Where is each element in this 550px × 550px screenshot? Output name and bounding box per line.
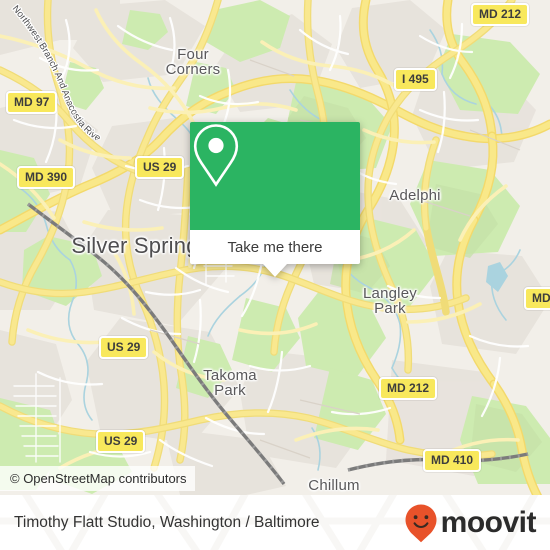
location-callout-card[interactable]: Take me there [190, 122, 360, 277]
moovit-map-screenshot: .park{fill:#CDEBB0} .wood{fill:#C6E2A8} … [0, 0, 550, 550]
callout-header [190, 122, 360, 230]
shield-md-97: MD 97 [6, 91, 58, 114]
shield-md-212-south: MD 212 [379, 377, 438, 400]
shield-md-193-edge: MD 1 [524, 287, 550, 310]
callout-footer[interactable]: Take me there [190, 230, 360, 264]
take-me-there-label: Take me there [227, 238, 323, 256]
footer-bar: Timothy Flatt Studio, Washington / Balti… [0, 495, 550, 550]
moovit-smiley-pin-icon [405, 504, 437, 542]
shield-us-29-north: US 29 [135, 156, 185, 179]
shield-md-212-north: MD 212 [471, 3, 530, 26]
shield-us-29-south: US 29 [96, 430, 146, 453]
moovit-wordmark: moovit [440, 505, 537, 539]
callout-tail-pointer [263, 264, 287, 277]
map-canvas[interactable]: .park{fill:#CDEBB0} .wood{fill:#C6E2A8} … [0, 0, 550, 495]
moovit-brand[interactable]: moovit [404, 503, 550, 543]
shield-md-410: MD 410 [423, 449, 482, 472]
osm-attribution[interactable]: © OpenStreetMap contributors [0, 466, 195, 491]
page-title: Timothy Flatt Studio, Washington / Balti… [14, 513, 320, 531]
shield-md-390: MD 390 [17, 166, 76, 189]
shield-us-29-mid: US 29 [99, 336, 149, 359]
shield-i-495: I 495 [394, 68, 437, 91]
osm-attribution-text: © OpenStreetMap contributors [10, 471, 187, 486]
map-pin-icon [193, 124, 239, 187]
